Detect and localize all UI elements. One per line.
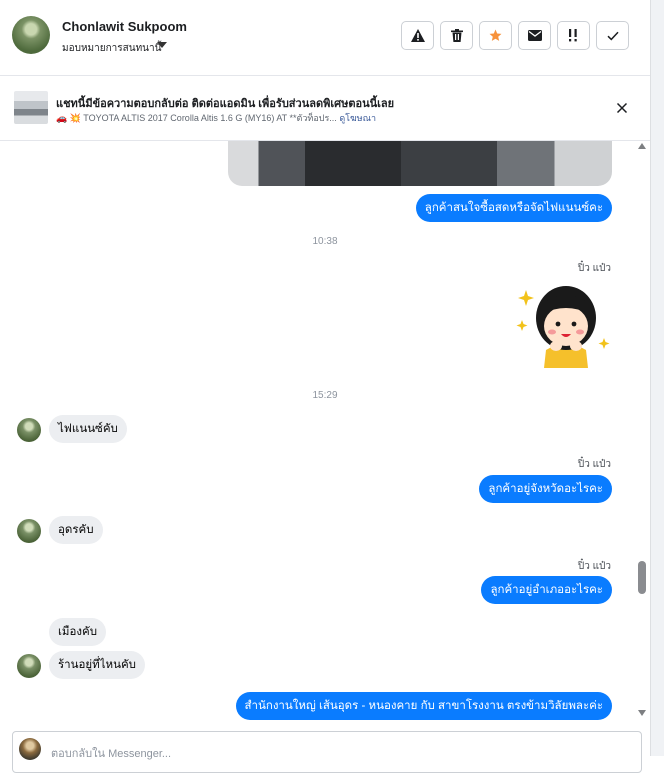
toolbar — [401, 21, 629, 50]
avatar[interactable] — [12, 16, 50, 54]
assign-conversation-dropdown[interactable]: มอบหมายการสนทนานี้ — [62, 41, 161, 56]
incoming-message[interactable]: อุดรคับ — [49, 516, 103, 544]
notice-ad-text: TOYOTA ALTIS 2017 Corolla Altis 1.6 G (M… — [83, 113, 337, 123]
page-avatar — [19, 738, 41, 760]
timestamp: 15:29 — [312, 390, 338, 401]
trash-icon — [450, 29, 463, 42]
timestamp: 10:38 — [312, 236, 338, 247]
avatar[interactable] — [17, 654, 41, 678]
star-button[interactable] — [479, 21, 512, 50]
page-gutter — [651, 0, 664, 756]
close-icon[interactable] — [614, 100, 630, 116]
report-spam-button[interactable] — [401, 21, 434, 50]
sender-name: ปิ๋ว แป๋ว — [577, 263, 611, 274]
notice-emoji: 🚗 💥 — [56, 113, 81, 123]
warning-icon — [410, 29, 425, 42]
shared-car-photo[interactable] — [228, 141, 612, 186]
incoming-message[interactable]: ร้านอยู่ที่ไหนคับ — [49, 651, 145, 679]
envelope-icon — [527, 30, 542, 41]
ad-thumbnail — [14, 91, 48, 124]
scroll-up-arrow-icon[interactable] — [638, 143, 646, 149]
girl-sticker[interactable] — [516, 280, 612, 370]
sender-name: ปิ๋ว แป๋ว — [577, 459, 611, 470]
notice-title: แชทนี้มีข้อความตอบกลับต่อ ติดต่อแอดมิน เ… — [56, 98, 395, 110]
star-icon — [489, 29, 502, 41]
outgoing-message[interactable]: ลูกค้าอยู่จังหวัดอะไรคะ — [479, 475, 612, 503]
contact-name[interactable]: Chonlawit Sukpoom — [62, 19, 187, 34]
incoming-message[interactable]: เมืองคับ — [49, 618, 107, 646]
important-icon — [568, 29, 577, 42]
chevron-down-icon[interactable] — [157, 42, 167, 48]
scroll-down-arrow-icon[interactable] — [638, 710, 646, 716]
sender-name: ปิ๋ว แป๋ว — [577, 561, 611, 572]
outgoing-message[interactable]: สำนักงานใหญ่ เส้นอุดร - หนองคาย กับ สาขา… — [235, 692, 612, 720]
avatar[interactable] — [17, 418, 41, 442]
outgoing-message[interactable]: ลูกค้าสนใจซื้อสดหรือจัดไฟแนนซ์คะ — [415, 194, 612, 222]
check-icon — [606, 31, 619, 40]
mark-unread-button[interactable] — [518, 21, 551, 50]
mark-done-button[interactable] — [596, 21, 629, 50]
mark-important-button[interactable] — [557, 21, 590, 50]
delete-button[interactable] — [440, 21, 473, 50]
view-ad-link[interactable]: ดูโฆษณา — [339, 113, 376, 123]
reply-placeholder[interactable]: ตอบกลับใน Messenger... — [51, 744, 171, 762]
avatar[interactable] — [17, 519, 41, 543]
outgoing-message[interactable]: ลูกค้าอยู่อำเภออะไรคะ — [481, 576, 612, 604]
scrollbar-thumb[interactable] — [638, 561, 646, 594]
incoming-message[interactable]: ไฟแนนซ์คับ — [49, 415, 127, 443]
notice-subtitle: 🚗 💥 TOYOTA ALTIS 2017 Corolla Altis 1.6 … — [56, 111, 376, 125]
